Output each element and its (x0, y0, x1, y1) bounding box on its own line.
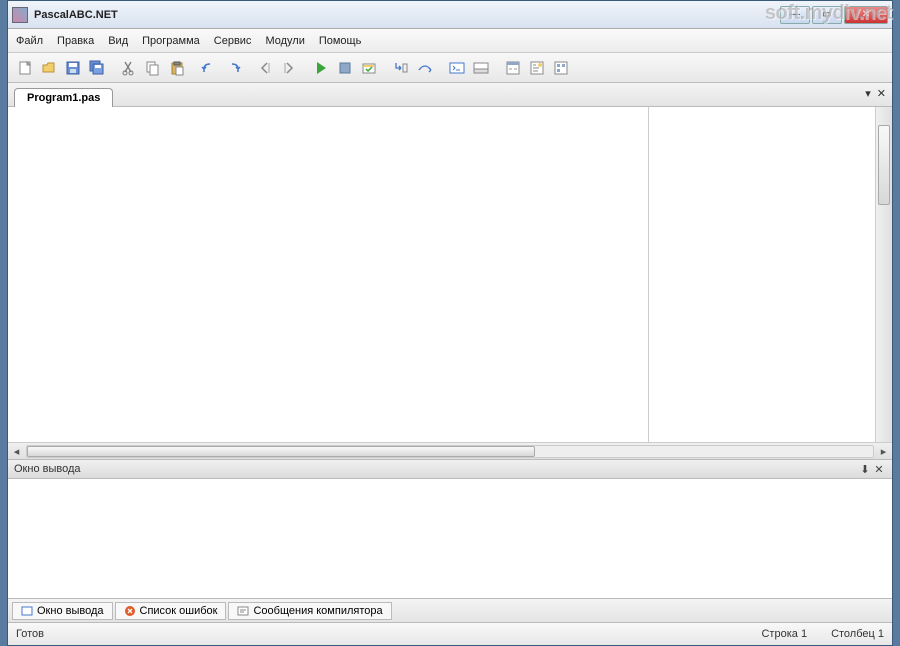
bottom-tab-errors[interactable]: Список ошибок (115, 602, 227, 620)
hscroll-thumb[interactable] (27, 446, 535, 457)
step-into-button[interactable] (390, 57, 412, 79)
app-window: PascalABC.NET — ▭ ✕ Файл Правка Вид Прог… (7, 0, 893, 646)
undo-button[interactable] (198, 57, 220, 79)
app-icon (12, 7, 28, 23)
stop-button[interactable] (334, 57, 356, 79)
status-ready: Готов (16, 628, 44, 640)
output-panel-body[interactable] (8, 479, 892, 599)
tab-close-icon[interactable]: ✕ (877, 87, 886, 100)
vscroll-thumb[interactable] (878, 125, 890, 205)
step-over-button[interactable] (414, 57, 436, 79)
bottom-tabstrip: Окно вывода Список ошибок Сообщения комп… (8, 599, 892, 623)
editor-tabstrip: Program1.pas ▾ ✕ (8, 83, 892, 107)
maximize-button[interactable]: ▭ (812, 6, 842, 24)
form-designer-button[interactable] (502, 57, 524, 79)
status-column: Столбец 1 (831, 628, 884, 640)
output-panel-header: Окно вывода ⬇ ✕ (8, 459, 892, 479)
redo-button[interactable] (222, 57, 244, 79)
compile-button[interactable] (358, 57, 380, 79)
statusbar: Готов Строка 1 Столбец 1 (8, 623, 892, 645)
code-editor[interactable] (8, 107, 875, 442)
open-file-button[interactable] (38, 57, 60, 79)
new-file-button[interactable] (14, 57, 36, 79)
editor-horizontal-scrollbar[interactable]: ◂ ▸ (8, 442, 892, 459)
editor-vertical-scrollbar[interactable] (875, 107, 892, 442)
errors-tab-icon (124, 605, 136, 617)
window-title: PascalABC.NET (34, 9, 778, 21)
menu-edit[interactable]: Правка (57, 35, 94, 47)
bottom-tab-compiler-label: Сообщения компилятора (253, 605, 382, 617)
hscroll-left-arrow[interactable]: ◂ (8, 444, 25, 459)
output-panel-title: Окно вывода (14, 463, 81, 475)
toolbar (8, 53, 892, 83)
menu-file[interactable]: Файл (16, 35, 43, 47)
menu-modules[interactable]: Модули (265, 35, 304, 47)
menu-program[interactable]: Программа (142, 35, 200, 47)
class-browser-button[interactable] (526, 57, 548, 79)
toggle-panel-button[interactable] (470, 57, 492, 79)
menu-help[interactable]: Помощь (319, 35, 362, 47)
pin-icon[interactable]: ⬇ (858, 463, 872, 476)
object-browser-button[interactable] (550, 57, 572, 79)
tab-dropdown-icon[interactable]: ▾ (865, 87, 871, 100)
titlebar: PascalABC.NET — ▭ ✕ (8, 1, 892, 29)
save-button[interactable] (62, 57, 84, 79)
bottom-tab-output-label: Окно вывода (37, 605, 104, 617)
paste-button[interactable] (166, 57, 188, 79)
window-controls: — ▭ ✕ (778, 6, 888, 24)
editor-tab-current[interactable]: Program1.pas (14, 88, 113, 107)
menu-service[interactable]: Сервис (214, 35, 252, 47)
menu-view[interactable]: Вид (108, 35, 128, 47)
copy-button[interactable] (142, 57, 164, 79)
bottom-tab-output[interactable]: Окно вывода (12, 602, 113, 620)
bottom-tab-errors-label: Список ошибок (140, 605, 218, 617)
toggle-output-button[interactable] (446, 57, 468, 79)
status-line: Строка 1 (761, 628, 807, 640)
minimize-button[interactable]: — (780, 6, 810, 24)
cut-button[interactable] (118, 57, 140, 79)
editor-area (8, 107, 892, 442)
output-tab-icon (21, 605, 33, 617)
close-output-icon[interactable]: ✕ (872, 463, 886, 476)
hscroll-right-arrow[interactable]: ▸ (875, 444, 892, 459)
compiler-tab-icon (237, 605, 249, 617)
nav-back-button[interactable] (254, 57, 276, 79)
save-all-button[interactable] (86, 57, 108, 79)
menubar: Файл Правка Вид Программа Сервис Модули … (8, 29, 892, 53)
run-button[interactable] (310, 57, 332, 79)
editor-margin-ruler (648, 107, 649, 442)
bottom-tab-compiler[interactable]: Сообщения компилятора (228, 602, 391, 620)
close-button[interactable]: ✕ (844, 6, 888, 24)
nav-forward-button[interactable] (278, 57, 300, 79)
